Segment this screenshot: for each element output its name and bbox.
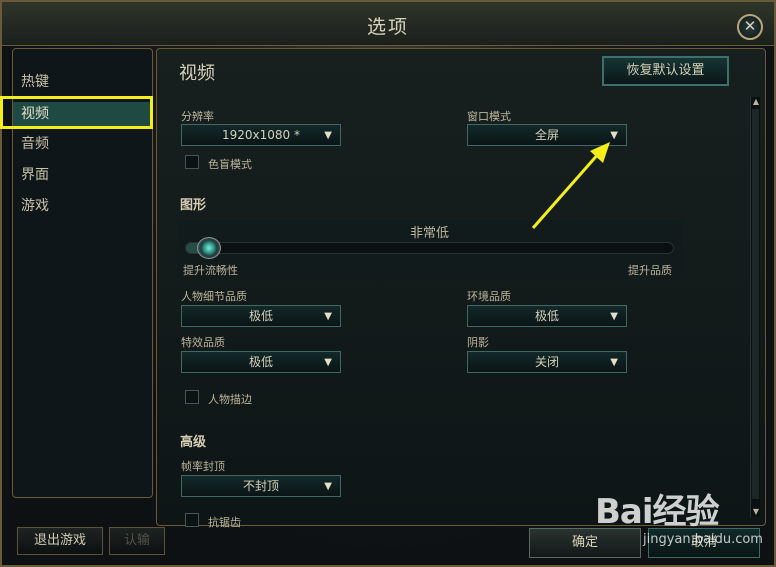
title-bar: 选项 ✕ (2, 2, 774, 46)
video-settings-panel: 视频 恢复默认设置 分辨率 1920x1080 * ▼ 窗口模式 全屏 ▼ 色盲… (156, 48, 766, 529)
framerate-cap-label: 帧率封顶 (181, 460, 225, 473)
sidebar-item-audio[interactable]: 音频 (21, 133, 49, 153)
cancel-button[interactable]: 取消 (648, 528, 760, 558)
antialiasing-label: 抗锯齿 (208, 516, 241, 529)
window-mode-dropdown[interactable]: 全屏 ▼ (467, 124, 627, 146)
environment-quality-value: 极低 (534, 309, 559, 323)
shadows-dropdown[interactable]: 关闭 ▼ (467, 351, 627, 373)
window-mode-value: 全屏 (534, 128, 559, 142)
chevron-down-icon: ▼ (610, 311, 618, 322)
slider-handle[interactable] (197, 237, 221, 259)
settings-scrollbar[interactable]: ▲ ▼ (750, 97, 760, 517)
environment-quality-label: 环境品质 (467, 290, 511, 303)
sidebar-item-hotkeys[interactable]: 热键 (21, 71, 49, 91)
colorblind-checkbox[interactable] (185, 155, 199, 169)
antialiasing-checkbox[interactable] (185, 513, 199, 527)
character-quality-value: 极低 (248, 309, 273, 323)
graphics-quality-slider-container: 非常低 提升流畅性 提升品质 (177, 220, 682, 278)
close-icon[interactable]: ✕ (737, 14, 763, 40)
chevron-down-icon: ▼ (324, 357, 332, 368)
shadows-label: 阴影 (467, 336, 489, 349)
scroll-down-icon[interactable]: ▼ (751, 507, 761, 517)
environment-quality-dropdown[interactable]: 极低 ▼ (467, 305, 627, 327)
ok-button[interactable]: 确定 (529, 528, 641, 558)
scroll-up-icon[interactable]: ▲ (751, 97, 761, 107)
chevron-down-icon: ▼ (324, 130, 332, 141)
scroll-thumb[interactable] (752, 109, 759, 499)
colorblind-label: 色盲模式 (208, 158, 252, 171)
chevron-down-icon: ▼ (610, 357, 618, 368)
sidebar-item-game[interactable]: 游戏 (21, 195, 49, 215)
graphics-preset-label: 非常低 (409, 226, 449, 241)
character-outline-label: 人物描边 (208, 393, 252, 406)
graphics-section-title: 图形 (180, 198, 207, 213)
resolution-label: 分辨率 (181, 110, 214, 123)
window-title: 选项 (366, 16, 409, 38)
effects-quality-label: 特效品质 (181, 336, 225, 349)
resolution-dropdown[interactable]: 1920x1080 * ▼ (181, 124, 341, 146)
slider-left-caption: 提升流畅性 (183, 264, 238, 277)
effects-quality-dropdown[interactable]: 极低 ▼ (181, 351, 341, 373)
framerate-cap-dropdown[interactable]: 不封顶 ▼ (181, 475, 341, 497)
character-outline-checkbox[interactable] (185, 390, 199, 404)
page-title: 视频 (179, 63, 215, 84)
restore-defaults-button[interactable]: 恢复默认设置 (602, 56, 729, 86)
shadows-value: 关闭 (534, 355, 559, 369)
character-quality-dropdown[interactable]: 极低 ▼ (181, 305, 341, 327)
window-mode-label: 窗口模式 (467, 110, 511, 123)
advanced-section-title: 高级 (180, 435, 207, 450)
effects-quality-value: 极低 (248, 355, 273, 369)
resolution-value: 1920x1080 * (222, 128, 300, 142)
character-quality-label: 人物细节品质 (181, 290, 247, 303)
surrender-button[interactable]: 认输 (109, 527, 165, 555)
graphics-quality-slider[interactable] (185, 237, 674, 259)
chevron-down-icon: ▼ (324, 311, 332, 322)
chevron-down-icon: ▼ (610, 130, 618, 141)
sidebar-item-interface[interactable]: 界面 (21, 164, 49, 184)
slider-right-caption: 提升品质 (628, 264, 672, 277)
exit-game-button[interactable]: 退出游戏 (17, 527, 103, 555)
highlight-box (0, 96, 153, 129)
chevron-down-icon: ▼ (324, 481, 332, 492)
framerate-cap-value: 不封顶 (242, 479, 279, 493)
